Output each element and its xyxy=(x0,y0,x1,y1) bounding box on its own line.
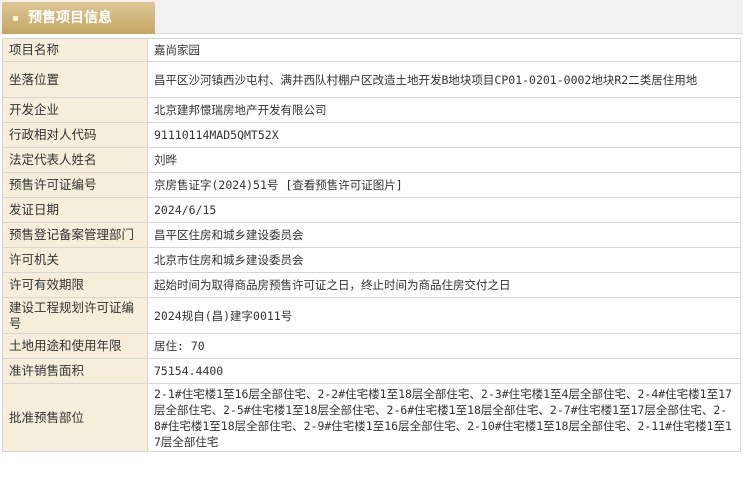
table-row: 准许销售面积 75154.4400 xyxy=(2,358,741,384)
row-value: 刘晔 xyxy=(147,147,741,173)
row-label: 行政相对人代码 xyxy=(2,122,148,148)
tab-label: 预售项目信息 xyxy=(28,10,112,26)
table-row: 土地用途和使用年限 居住: 70 xyxy=(2,333,741,359)
row-label: 批准预售部位 xyxy=(2,383,148,452)
table-row: 坐落位置 昌平区沙河镇西沙屯村、满井西队村棚户区改造土地开发B地块项目CP01-… xyxy=(2,61,741,98)
tab-presale-info[interactable]: 预售项目信息 xyxy=(2,2,155,34)
row-value: 嘉尚家园 xyxy=(147,38,741,62)
row-label: 发证日期 xyxy=(2,197,148,223)
table-row: 项目名称 嘉尚家园 xyxy=(2,38,741,62)
row-value: 2024规自(昌)建字0011号 xyxy=(147,297,741,334)
row-value: 京房售证字(2024)51号 [查看预售许可证图片] xyxy=(147,172,741,198)
row-label: 土地用途和使用年限 xyxy=(2,333,148,359)
table-row: 许可机关 北京市住房和城乡建设委员会 xyxy=(2,247,741,273)
view-permit-image-link[interactable]: [查看预售许可证图片] xyxy=(285,178,402,192)
row-label: 许可机关 xyxy=(2,247,148,273)
row-label: 准许销售面积 xyxy=(2,358,148,384)
table-row: 批准预售部位 2-1#住宅楼1至16层全部住宅、2-2#住宅楼1至18层全部住宅… xyxy=(2,383,741,452)
row-label: 许可有效期限 xyxy=(2,272,148,298)
table-row: 预售许可证编号 京房售证字(2024)51号 [查看预售许可证图片] xyxy=(2,172,741,198)
table-row: 建设工程规划许可证编号 2024规自(昌)建字0011号 xyxy=(2,297,741,334)
row-value: 2-1#住宅楼1至16层全部住宅、2-2#住宅楼1至18层全部住宅、2-3#住宅… xyxy=(147,383,741,452)
table-row: 许可有效期限 起始时间为取得商品房预售许可证之日，终止时间为商品住房交付之日 xyxy=(2,272,741,298)
row-value: 起始时间为取得商品房预售许可证之日，终止时间为商品住房交付之日 xyxy=(147,272,741,298)
row-value: 居住: 70 xyxy=(147,333,741,359)
tab-bullet-icon xyxy=(13,16,18,21)
row-value: 北京建邦憬瑞房地产开发有限公司 xyxy=(147,97,741,123)
row-value: 北京市住房和城乡建设委员会 xyxy=(147,247,741,273)
row-label: 预售许可证编号 xyxy=(2,172,148,198)
row-label: 预售登记备案管理部门 xyxy=(2,222,148,248)
row-value: 75154.4400 xyxy=(147,358,741,384)
row-value: 91110114MAD5QMT52X xyxy=(147,122,741,148)
table-row: 预售登记备案管理部门 昌平区住房和城乡建设委员会 xyxy=(2,222,741,248)
row-label: 法定代表人姓名 xyxy=(2,147,148,173)
row-value: 昌平区沙河镇西沙屯村、满井西队村棚户区改造土地开发B地块项目CP01-0201-… xyxy=(147,61,741,98)
table-row: 发证日期 2024/6/15 xyxy=(2,197,741,223)
row-value: 昌平区住房和城乡建设委员会 xyxy=(147,222,741,248)
table-row: 开发企业 北京建邦憬瑞房地产开发有限公司 xyxy=(2,97,741,123)
table-row: 法定代表人姓名 刘晔 xyxy=(2,147,741,173)
presale-info-table: 项目名称 嘉尚家园 坐落位置 昌平区沙河镇西沙屯村、满井西队村棚户区改造土地开发… xyxy=(2,38,741,452)
row-value: 2024/6/15 xyxy=(147,197,741,223)
row-label: 坐落位置 xyxy=(2,61,148,98)
row-label: 建设工程规划许可证编号 xyxy=(2,297,148,334)
tab-bar: 预售项目信息 xyxy=(0,0,743,34)
permit-number: 京房售证字(2024)51号 xyxy=(154,178,279,192)
row-label: 项目名称 xyxy=(2,38,148,62)
table-row: 行政相对人代码 91110114MAD5QMT52X xyxy=(2,122,741,148)
row-label: 开发企业 xyxy=(2,97,148,123)
